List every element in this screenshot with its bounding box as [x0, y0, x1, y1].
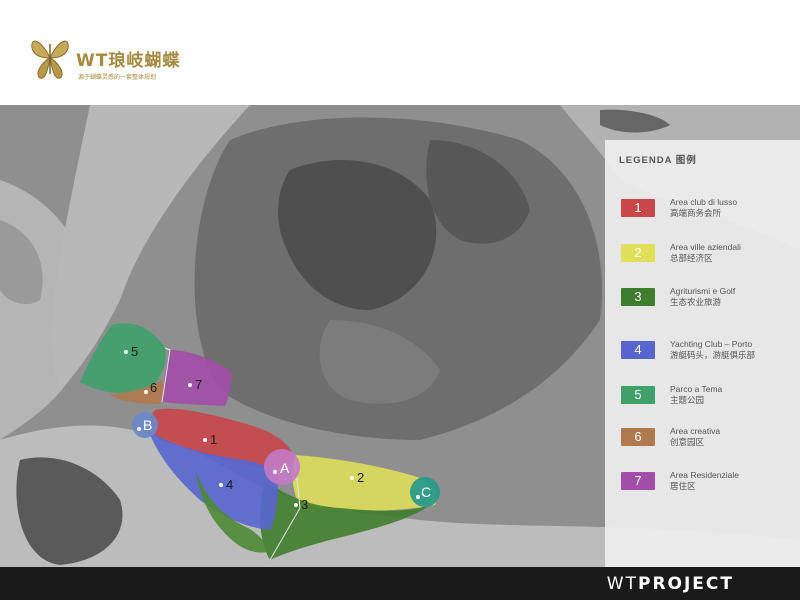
- legend-item-5: 5 Parco a Tema 主题公园: [621, 384, 796, 410]
- legend-label-zh-4: 游艇码头，游艇俱乐部: [670, 350, 756, 360]
- legend-label-it-1: Area club di lusso: [670, 197, 738, 207]
- legend-item-4: 4 Yachting Club – Porto 游艇码头，游艇俱乐部: [621, 339, 796, 365]
- legend-label-it-4: Yachting Club – Porto: [670, 339, 753, 349]
- header: WT琅岐蝴蝶 源于蝴蝶灵感的一套整体规划: [0, 0, 800, 105]
- legend-swatch-7: 7: [621, 472, 655, 490]
- legend-swatch-6: 6: [621, 428, 655, 446]
- legend-item-3: 3 Agriturismi e Golf 生态农业旅游: [621, 286, 796, 312]
- legend-swatch-1: 1: [621, 199, 655, 217]
- legend-swatch-3: 3: [621, 288, 655, 306]
- zone-1-label: 1: [210, 432, 217, 447]
- legend-label-it-5: Parco a Tema: [670, 384, 723, 394]
- legend-label-zh-7: 居住区: [670, 481, 696, 491]
- legend-label-zh-1: 高端商务会所: [670, 208, 722, 218]
- legend-label-zh-2: 总部经济区: [670, 253, 713, 263]
- footer-brand: WTPROJECT: [607, 574, 734, 594]
- logo-tagline: 源于蝴蝶灵感的一套整体规划: [78, 74, 157, 81]
- marker-b-label: B: [143, 417, 152, 433]
- legend-title: LEGENDA 图例: [619, 155, 697, 166]
- legend-label-zh-5: 主题公园: [670, 395, 705, 405]
- footer-brand-project: PROJECT: [637, 574, 734, 594]
- legend-swatch-4: 4: [621, 341, 655, 359]
- zone-4-label: 4: [226, 477, 233, 492]
- legend-label-zh-3: 生态农业旅游: [670, 297, 722, 307]
- logo: WT琅岐蝴蝶 源于蝴蝶灵感的一套整体规划: [28, 34, 208, 84]
- footer-brand-wt: WT: [606, 574, 638, 594]
- legend-item-2: 2 Area ville aziendali 总部经济区: [621, 242, 796, 268]
- zone-5-label: 5: [131, 344, 138, 359]
- marker-a-label: A: [280, 460, 290, 476]
- legend-label-it-6: Area creativa: [670, 426, 721, 436]
- legend-swatch-2: 2: [621, 244, 655, 262]
- zone-3-label: 3: [301, 497, 308, 512]
- legend-panel: LEGENDA 图例 1 Area club di lusso 高端商务会所 2 …: [605, 140, 800, 567]
- legend-label-it-2: Area ville aziendali: [670, 242, 741, 252]
- logo-brand: WT琅岐蝴蝶: [76, 51, 181, 71]
- zone-7-label: 7: [195, 377, 202, 392]
- legend-item-1: 1 Area club di lusso 高端商务会所: [621, 197, 796, 223]
- footer-bar: WTPROJECT: [0, 567, 800, 600]
- legend-item-7: 7 Area Residenziale 居住区: [621, 470, 796, 496]
- legend-label-it-7: Area Residenziale: [670, 470, 739, 480]
- legend-label-it-3: Agriturismi e Golf: [670, 286, 736, 296]
- legend-label-zh-6: 创意园区: [670, 437, 705, 447]
- zone-2-label: 2: [357, 470, 364, 485]
- marker-c-label: C: [421, 484, 431, 500]
- legend-swatch-5: 5: [621, 386, 655, 404]
- legend-item-6: 6 Area creativa 创意园区: [621, 426, 796, 452]
- butterfly-logo-icon: [31, 40, 69, 79]
- zone-6-label: 6: [150, 380, 157, 395]
